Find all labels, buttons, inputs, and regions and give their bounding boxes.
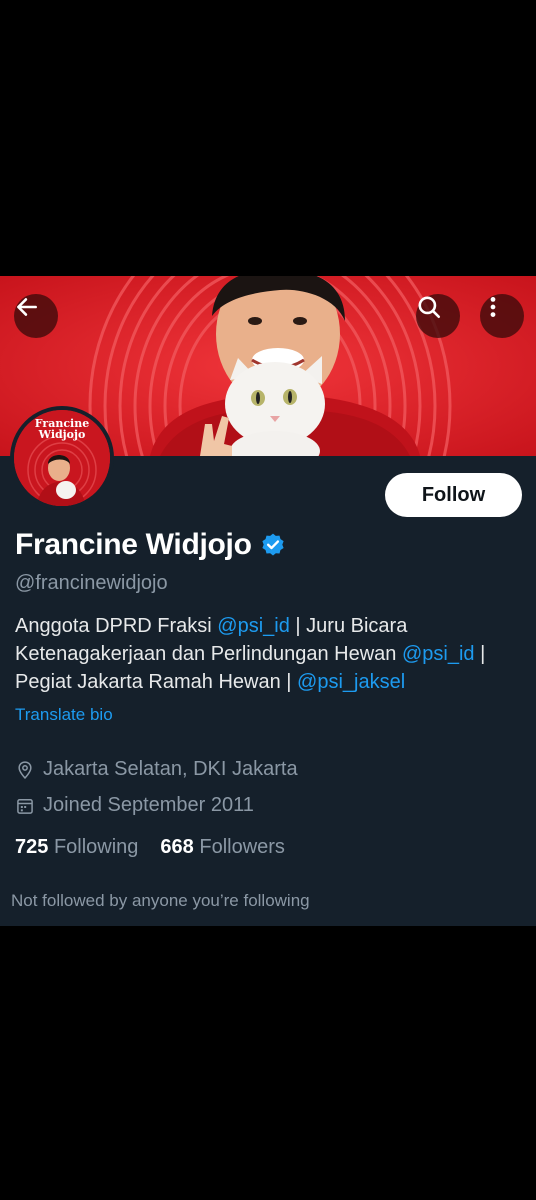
joined-row: Joined September 2011 [15, 794, 254, 817]
followers-link[interactable]: 668 Followers [160, 836, 285, 859]
follow-button[interactable]: Follow [385, 473, 522, 517]
profile-avatar[interactable]: Francine Widjojo [10, 406, 114, 510]
search-button[interactable] [416, 294, 460, 338]
location-text: Jakarta Selatan, DKI Jakarta [43, 758, 298, 780]
joined-text: Joined September 2011 [43, 794, 254, 816]
bio-mention-psi-id-2[interactable]: @psi_id [402, 643, 475, 665]
followers-count: 668 [160, 836, 194, 858]
user-handle: @francinewidjojo [15, 572, 168, 594]
verified-badge-icon[interactable] [260, 532, 286, 558]
not-followed-text: Not followed by anyone you’re following [11, 891, 310, 910]
bio-mention-psi-jaksel[interactable]: @psi_jaksel [297, 671, 405, 693]
more-button[interactable] [480, 294, 524, 338]
follow-counts: 725 Following 668 Followers [15, 836, 285, 859]
location-row: Jakarta Selatan, DKI Jakarta [15, 758, 298, 781]
search-icon [418, 296, 441, 319]
followers-label: Followers [199, 836, 285, 858]
display-name: Francine Widjojo [15, 528, 252, 561]
profile-screen: Francine Widjojo Follow Francine Widjojo… [0, 276, 536, 926]
name-row: Francine Widjojo [15, 528, 286, 562]
following-count: 725 [15, 836, 49, 858]
back-button[interactable] [14, 294, 58, 338]
arrow-left-icon [17, 298, 37, 316]
bio-mention-psi-id[interactable]: @psi_id [217, 615, 290, 637]
avatar-image: Francine Widjojo [14, 410, 110, 506]
translate-bio-link[interactable]: Translate bio [15, 705, 113, 725]
profile-bio: Anggota DPRD Fraksi @psi_id | Juru Bicar… [15, 612, 525, 696]
avatar-logo-line2: Widjojo [38, 428, 86, 441]
calendar-icon [17, 798, 33, 814]
bio-text-1: Anggota DPRD Fraksi [15, 615, 218, 637]
following-link[interactable]: 725 Following [15, 836, 138, 859]
more-vertical-icon [490, 297, 496, 317]
location-pin-icon [18, 760, 32, 779]
following-label: Following [53, 836, 139, 858]
